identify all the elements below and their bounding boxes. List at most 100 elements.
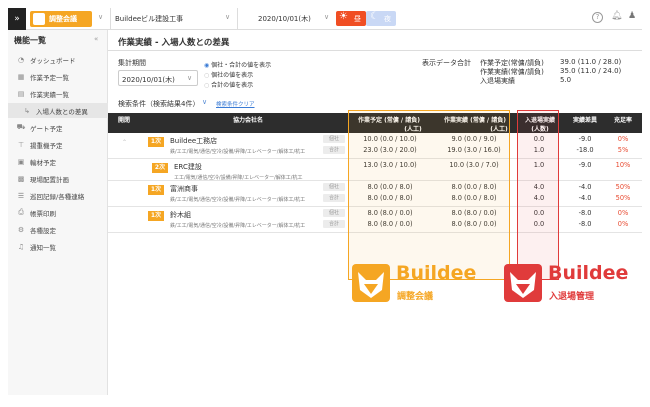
rate-value: 10% bbox=[615, 161, 631, 169]
sidebar-item[interactable]: ⎙ 帳票印刷 bbox=[8, 205, 108, 220]
project-select[interactable]: Buildeeビル建設工事 ∨ bbox=[110, 8, 238, 29]
header-diff: 実績差異 bbox=[572, 117, 597, 124]
row-type-tag: 合計 bbox=[323, 194, 345, 202]
fox-logo-icon bbox=[33, 13, 45, 25]
rate-value: 50% bbox=[615, 183, 631, 191]
sidebar-item-label: 揚重機予定 bbox=[30, 141, 63, 150]
sidebar: 機能一覧 « ◔ ダッシュボード ▦ 作業予定一覧 ▤ 作業実績一覧 ↳ 入場人数との差異 ⛟ ゲ… bbox=[8, 30, 108, 395]
project-select-value: Buildeeビル建設工事 bbox=[115, 15, 184, 23]
period-date-value: 2020/10/01(木) bbox=[122, 76, 175, 84]
date-select[interactable]: 2020/10/01(木) ∨ bbox=[254, 8, 336, 29]
row-type-tag: 個社 bbox=[323, 209, 345, 217]
night-toggle[interactable]: ☾ 夜 bbox=[366, 11, 396, 26]
sidebar-item-label: 作業予定一覧 bbox=[30, 73, 69, 82]
sidebar-item[interactable]: ♫ 通知一覧 bbox=[8, 239, 108, 254]
logo-label: 調整会議 bbox=[49, 15, 77, 23]
sidebar-item[interactable]: ▣ 輸材予定 bbox=[8, 154, 108, 169]
summary-value: 39.0 (11.0 / 28.0) bbox=[560, 58, 622, 66]
header-open: 開閉 bbox=[118, 117, 131, 124]
company-name[interactable]: 富洲商事 bbox=[170, 184, 198, 194]
chevron-down-icon: ∨ bbox=[187, 74, 193, 82]
app-frame: » 調整会議 ∨ Buildeeビル建設工事 ∨ 2020/10/01(木) ∨… bbox=[0, 0, 650, 407]
package-icon: ▣ bbox=[17, 157, 25, 166]
sidebar-item-label: ゲート予定 bbox=[30, 124, 63, 133]
fox-logo-icon bbox=[504, 264, 542, 302]
top-bar: » 調整会議 ∨ Buildeeビル建設工事 ∨ 2020/10/01(木) ∨… bbox=[8, 8, 642, 30]
diff-value: -4.0 bbox=[578, 183, 592, 191]
gauge-icon: ◔ bbox=[17, 55, 25, 64]
user-icon[interactable]: ♟ bbox=[628, 11, 636, 21]
collapse-icon[interactable]: « bbox=[94, 35, 98, 43]
company-name[interactable]: 鈴木組 bbox=[170, 210, 191, 220]
bell-icon[interactable]: 🔔︎ bbox=[611, 11, 622, 21]
layout-icon: ▩ bbox=[17, 174, 25, 183]
sidebar-item[interactable]: ⚙ 各種設定 bbox=[8, 222, 108, 237]
search-condition[interactable]: 検索条件（検索結果4件） bbox=[118, 99, 199, 109]
sidebar-item-label: 作業実績一覧 bbox=[30, 90, 69, 99]
title-divider bbox=[108, 50, 642, 51]
truck-icon: ⛟ bbox=[16, 123, 26, 131]
gear-icon: ⚙ bbox=[17, 225, 25, 234]
sidebar-item[interactable]: ↳ 入場人数との差異 bbox=[8, 103, 108, 118]
display-mode-radio[interactable]: ○ 合計の値を表示 bbox=[204, 80, 253, 89]
entry-highlight bbox=[517, 110, 559, 280]
tier-badge: 1次 bbox=[148, 211, 164, 221]
radio-label: 個社・合計の値を表示 bbox=[211, 62, 272, 69]
sidebar-item-label: 帳票印刷 bbox=[30, 209, 56, 218]
sidebar-item-label: 輸材予定 bbox=[30, 158, 56, 167]
sidebar-item[interactable]: ◔ ダッシュボード bbox=[8, 52, 108, 67]
menu-toggle-button[interactable]: » bbox=[8, 8, 26, 30]
sun-icon: ☀ bbox=[339, 11, 348, 22]
company-trades: 鉄/エ工/電気/通信/空冷/設備/昇降/エレベーター/解体工/杭工 bbox=[170, 197, 306, 203]
date-select-value: 2020/10/01(木) bbox=[258, 15, 311, 23]
chevron-down-icon: ∨ bbox=[225, 13, 231, 21]
sidebar-item[interactable]: ⛟ ゲート予定 bbox=[8, 120, 108, 135]
display-mode-radio[interactable]: ◉ 個社・合計の値を表示 bbox=[204, 60, 271, 69]
rate-value: 5% bbox=[617, 146, 629, 154]
chevron-down-icon: ∨ bbox=[324, 13, 330, 21]
tier-badge: 1次 bbox=[148, 185, 164, 195]
sidebar-item[interactable]: ☰ 巡回記録/各種連絡 bbox=[8, 188, 108, 203]
company-name[interactable]: ERC建設 bbox=[174, 162, 202, 172]
tier-badge: 1次 bbox=[148, 137, 164, 147]
logo-right-name: Buildee bbox=[548, 262, 629, 284]
company-name[interactable]: Buildee工務店 bbox=[170, 136, 217, 146]
display-mode-radio[interactable]: ○ 個社の値を表示 bbox=[204, 70, 253, 79]
day-label: 昼 bbox=[354, 15, 361, 23]
clipboard-icon: ▤ bbox=[17, 89, 25, 98]
company-trades: 鉄/エ工/電気/通信/空冷/設備/昇降/エレベーター/解体工/杭工 bbox=[170, 223, 306, 229]
bell-icon: ♫ bbox=[17, 242, 25, 251]
diff-value: -4.0 bbox=[578, 194, 592, 202]
logo-left-name: Buildee bbox=[396, 262, 477, 284]
sidebar-item[interactable]: ▤ 作業実績一覧 bbox=[8, 86, 108, 101]
row-type-tag: 合計 bbox=[323, 220, 345, 228]
sidebar-item-label: ダッシュボード bbox=[30, 56, 76, 65]
clear-search-link[interactable]: 検索条件クリア bbox=[216, 100, 255, 108]
period-date-select[interactable]: 2020/10/01(木) ∨ bbox=[118, 70, 198, 86]
diff-value: -8.0 bbox=[578, 209, 592, 217]
radio-label: 合計の値を表示 bbox=[211, 82, 254, 89]
row-type-tag: 個社 bbox=[323, 183, 345, 191]
moon-icon: ☾ bbox=[370, 11, 379, 22]
buildee-chousei-logo: Buildee 調整会議 bbox=[352, 262, 492, 306]
help-icon[interactable]: ? bbox=[592, 12, 603, 23]
crane-icon: ⊤ bbox=[17, 140, 25, 149]
app-logo[interactable]: 調整会議 bbox=[30, 11, 92, 27]
plan-actual-highlight bbox=[348, 110, 510, 280]
chevron-down-icon[interactable]: ∨ bbox=[202, 98, 207, 106]
row-type-tag: 合計 bbox=[323, 146, 345, 154]
chevron-down-icon[interactable]: ∨ bbox=[98, 13, 103, 21]
sidebar-item[interactable]: ⊤ 揚重機予定 bbox=[8, 137, 108, 152]
sidebar-item-label: 入場人数との差異 bbox=[36, 107, 88, 116]
logo-left-sub: 調整会議 bbox=[397, 292, 434, 302]
summary-key: 入退場実績 bbox=[480, 77, 515, 85]
sidebar-item[interactable]: ▦ 作業予定一覧 bbox=[8, 69, 108, 84]
day-toggle[interactable]: ☀ 昼 bbox=[336, 11, 366, 26]
sidebar-item[interactable]: ▩ 現場配置計画 bbox=[8, 171, 108, 186]
night-label: 夜 bbox=[384, 15, 391, 23]
company-trades: エ工/電気/通信/空冷/設備/昇降/エレベーター/解体工/杭工 bbox=[174, 175, 303, 181]
period-label: 集計期間 bbox=[118, 59, 146, 67]
diff-value: -9.0 bbox=[578, 161, 592, 169]
radio-label: 個社の値を表示 bbox=[211, 72, 254, 79]
expand-icon[interactable]: ⌃ bbox=[122, 139, 127, 146]
